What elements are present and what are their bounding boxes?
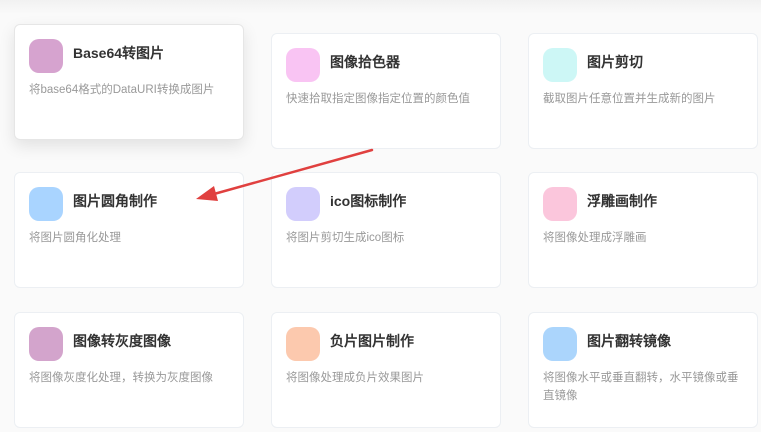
tool-title: 图像拾色器 <box>330 54 400 70</box>
tool-description: 将图像灰度化处理，转换为灰度图像 <box>29 372 213 384</box>
grayscale-icon <box>29 327 63 361</box>
tool-title: 图片圆角制作 <box>73 193 157 209</box>
tool-card-emboss[interactable]: 浮雕画制作 将图像处理成浮雕画 <box>528 172 758 288</box>
top-strip <box>0 0 761 14</box>
tool-title: 图片剪切 <box>587 54 643 70</box>
tool-card-grayscale[interactable]: 图像转灰度图像 将图像灰度化处理，转换为灰度图像 <box>14 312 244 428</box>
tool-title: 负片图片制作 <box>330 333 414 349</box>
tool-description: 将图像处理成浮雕画 <box>543 232 647 244</box>
color-picker-icon <box>286 48 320 82</box>
tool-card-ico-maker[interactable]: ico图标制作 将图片剪切生成ico图标 <box>271 172 501 288</box>
tool-description: 将图像处理成负片效果图片 <box>286 372 424 384</box>
negative-icon <box>286 327 320 361</box>
flip-mirror-icon <box>543 327 577 361</box>
tool-description: 将图像水平或垂直翻转，水平镜像或垂直镜像 <box>543 372 739 402</box>
tool-title: 图像转灰度图像 <box>73 333 171 349</box>
tool-description: 将图片圆角化处理 <box>29 232 121 244</box>
tool-card-rounded-corner[interactable]: 图片圆角制作 将图片圆角化处理 <box>14 172 244 288</box>
tool-title: ico图标制作 <box>330 193 407 209</box>
tool-description: 将图片剪切生成ico图标 <box>286 232 405 244</box>
tool-description: 截取图片任意位置并生成新的图片 <box>543 93 716 105</box>
tool-title: Base64转图片 <box>73 45 165 61</box>
tool-card-negative[interactable]: 负片图片制作 将图像处理成负片效果图片 <box>271 312 501 428</box>
base64-image-icon <box>29 39 63 73</box>
tool-card-image-crop[interactable]: 图片剪切 截取图片任意位置并生成新的图片 <box>528 33 758 149</box>
tool-title: 图片翻转镜像 <box>587 333 671 349</box>
image-crop-icon <box>543 48 577 82</box>
ico-maker-icon <box>286 187 320 221</box>
tool-description: 快速拾取指定图像指定位置的颜色值 <box>286 93 470 105</box>
tool-card-base64-image[interactable]: Base64转图片 将base64格式的DataURI转换成图片 <box>14 24 244 140</box>
emboss-icon <box>543 187 577 221</box>
tool-card-color-picker[interactable]: 图像拾色器 快速拾取指定图像指定位置的颜色值 <box>271 33 501 149</box>
tool-grid-page: Base64转图片 将base64格式的DataURI转换成图片 图像拾色器 快… <box>0 0 761 432</box>
tool-description: 将base64格式的DataURI转换成图片 <box>29 84 215 96</box>
rounded-corner-icon <box>29 187 63 221</box>
tool-title: 浮雕画制作 <box>587 193 657 209</box>
tool-card-flip-mirror[interactable]: 图片翻转镜像 将图像水平或垂直翻转，水平镜像或垂直镜像 <box>528 312 758 428</box>
